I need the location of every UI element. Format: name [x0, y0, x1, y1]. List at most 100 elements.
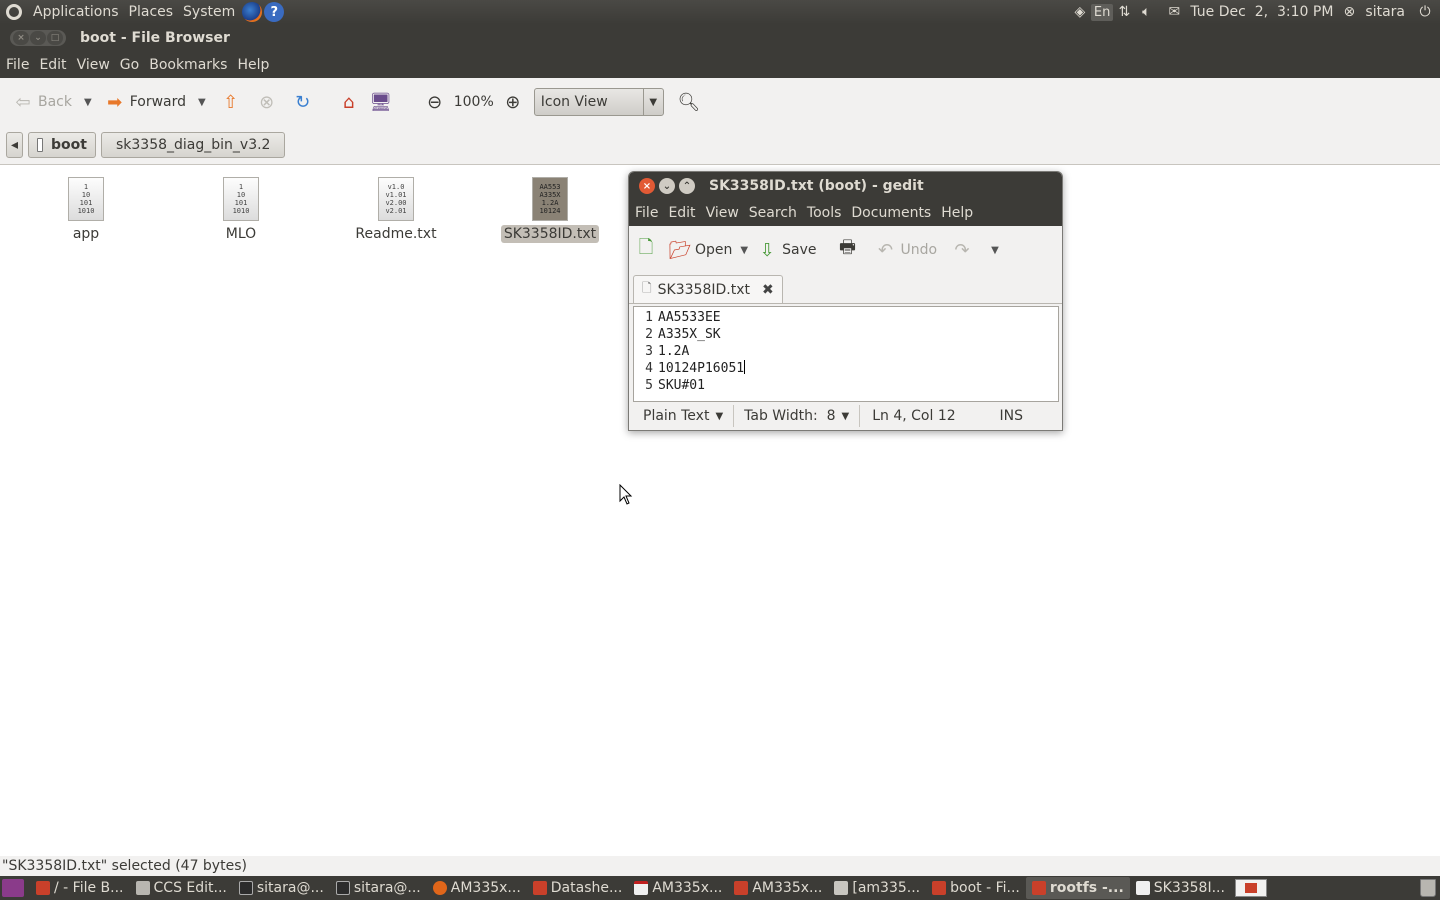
menu-help[interactable]: Help: [232, 57, 274, 73]
file-preview-line: 101: [79, 199, 93, 207]
keyboard-layout-indicator[interactable]: En: [1090, 3, 1114, 21]
stop-icon[interactable]: ⊗: [256, 91, 278, 113]
save-button[interactable]: ⇩ Save: [754, 235, 818, 265]
search-icon[interactable]: 🔍︎: [677, 91, 700, 113]
ubuntu-logo-icon[interactable]: [6, 4, 22, 20]
maximize-icon[interactable]: ⌃: [679, 178, 695, 194]
taskbar-label: AM335x...: [450, 880, 521, 896]
menu-file[interactable]: File: [1, 57, 34, 73]
close-tab-icon[interactable]: ✖: [762, 282, 774, 298]
file-item[interactable]: 1 10 101 1010 app: [31, 177, 141, 243]
mail-icon[interactable]: ✉: [1163, 1, 1185, 23]
path-segment-child[interactable]: sk3358_diag_bin_v3.2: [100, 132, 286, 158]
file-item-selected[interactable]: AA553 A335X 1.2A 10124 SK3358ID.txt: [495, 177, 605, 243]
menu-bookmarks[interactable]: Bookmarks: [144, 57, 232, 73]
text-line: A335X_SK: [658, 327, 721, 342]
taskbar-item[interactable]: sitara@...: [330, 877, 427, 899]
dropbox-icon[interactable]: ◈: [1069, 1, 1091, 23]
tab-width-dropdown[interactable]: Tab Width: 8 ▼: [734, 405, 861, 427]
home-icon[interactable]: ⌂: [338, 91, 360, 113]
forward-history-dropdown[interactable]: ▼: [192, 97, 212, 108]
menu-view[interactable]: View: [72, 57, 115, 73]
menu-edit[interactable]: Edit: [34, 57, 71, 73]
file-item[interactable]: 1 10 101 1010 MLO: [186, 177, 296, 243]
firefox-launcher-icon[interactable]: [242, 2, 263, 22]
maximize-icon[interactable]: □: [47, 31, 63, 45]
taskbar-item-active[interactable]: rootfs -...: [1025, 877, 1130, 899]
help-icon[interactable]: ?: [264, 2, 285, 22]
taskbar-item[interactable]: sitara@...: [233, 877, 330, 899]
undo-button[interactable]: ↶ Undo: [872, 235, 939, 265]
close-icon[interactable]: ×: [639, 178, 655, 194]
taskbar-item[interactable]: [am335...: [828, 877, 926, 899]
toolbar-overflow-dropdown[interactable]: ▼: [985, 245, 1005, 256]
recent-files-dropdown[interactable]: ▼: [734, 245, 754, 256]
user-status-icon[interactable]: ⊗: [1338, 1, 1360, 23]
reload-icon[interactable]: ↻: [292, 91, 314, 113]
folder-open-icon: 📂︎: [668, 239, 692, 261]
code-area[interactable]: AA5533EE A335X_SK 1.2A 10124P16051 SKU#0…: [656, 307, 1058, 401]
text-line: SKU#01: [658, 378, 705, 393]
taskbar-item[interactable]: AM335x...: [628, 877, 728, 899]
file-preview-line: AA553: [539, 183, 561, 191]
system-menu[interactable]: System: [178, 4, 240, 20]
zoom-in-icon[interactable]: ⊕: [502, 91, 524, 113]
menu-documents[interactable]: Documents: [846, 205, 936, 221]
back-button[interactable]: ⇦ Back: [6, 87, 78, 117]
taskbar-item[interactable]: CCS Edit...: [130, 877, 233, 899]
text-editor[interactable]: 1 2 3 4 5 AA5533EE A335X_SK 1.2A 10124P1…: [633, 306, 1059, 402]
minimize-icon[interactable]: ⌄: [659, 178, 675, 194]
print-icon[interactable]: 🖶︎: [836, 237, 858, 261]
places-menu[interactable]: Places: [124, 4, 179, 20]
trash-icon[interactable]: [1420, 879, 1436, 897]
back-history-dropdown[interactable]: ▼: [78, 97, 98, 108]
menu-file[interactable]: File: [630, 205, 663, 221]
menu-search[interactable]: Search: [744, 205, 802, 221]
taskbar-item[interactable]: AM335x...: [728, 877, 828, 899]
taskbar-label: sitara@...: [353, 880, 421, 896]
up-icon[interactable]: ⇧: [220, 91, 242, 113]
menu-view[interactable]: View: [701, 205, 744, 221]
path-scroll-left-button[interactable]: ◂: [6, 132, 24, 158]
path-segment-boot[interactable]: boot: [28, 132, 96, 158]
view-mode-value: Icon View: [540, 94, 608, 110]
workspace-window-icon: [1244, 883, 1257, 893]
taskbar-item[interactable]: Datashe...: [527, 877, 629, 899]
syntax-mode-dropdown[interactable]: Plain Text ▼: [633, 405, 735, 427]
close-icon[interactable]: ×: [13, 31, 29, 45]
applications-menu[interactable]: Applications: [28, 4, 124, 20]
forward-button[interactable]: ➡ Forward: [98, 87, 192, 117]
network-icon[interactable]: ⇅: [1113, 1, 1135, 23]
taskbar-item[interactable]: SK3358I...: [1130, 877, 1231, 899]
taskbar-item[interactable]: / - File B...: [30, 877, 130, 899]
file-browser-statusbar: "SK3358ID.txt" selected (47 bytes): [0, 856, 1440, 876]
file-item[interactable]: v1.0 v1.01 v2.00 v2.01 Readme.txt: [341, 177, 451, 243]
menu-edit[interactable]: Edit: [663, 205, 700, 221]
menu-go[interactable]: Go: [115, 57, 144, 73]
power-icon[interactable]: ⏻: [1414, 1, 1436, 23]
undo-icon: ↶: [877, 239, 894, 261]
workspace-switcher[interactable]: [1234, 879, 1267, 897]
user-name[interactable]: sitara: [1360, 4, 1410, 20]
file-preview-line: 1.2A: [541, 199, 559, 207]
line-number: 5: [645, 378, 653, 393]
zoom-out-icon[interactable]: ⊖: [424, 91, 446, 113]
text-line: 10124P16051: [658, 361, 745, 376]
computer-icon[interactable]: 🖥︎: [369, 91, 392, 113]
volume-icon[interactable]: 🔈︎: [1135, 1, 1157, 23]
taskbar-item[interactable]: AM335x...: [427, 877, 527, 899]
clock[interactable]: Tue Dec 2, 3:10 PM: [1185, 4, 1338, 20]
menu-help[interactable]: Help: [936, 205, 978, 221]
text-file-icon: AA553 A335X 1.2A 10124: [532, 177, 568, 221]
taskbar-item[interactable]: boot - Fi...: [926, 877, 1026, 899]
redo-icon[interactable]: ↷: [951, 239, 973, 261]
menu-tools[interactable]: Tools: [802, 205, 847, 221]
view-mode-select[interactable]: Icon View ▼: [533, 88, 664, 116]
file-preview-line: v1.01: [385, 191, 407, 199]
new-document-icon[interactable]: 🗋: [635, 237, 657, 261]
minimize-icon[interactable]: ⌄: [30, 31, 46, 45]
file-manager-icon: [734, 881, 749, 895]
document-tab[interactable]: 🗋 SK3358ID.txt ✖: [633, 275, 783, 303]
open-button[interactable]: 📂︎ Open: [667, 235, 734, 265]
show-desktop-icon[interactable]: [2, 879, 24, 897]
